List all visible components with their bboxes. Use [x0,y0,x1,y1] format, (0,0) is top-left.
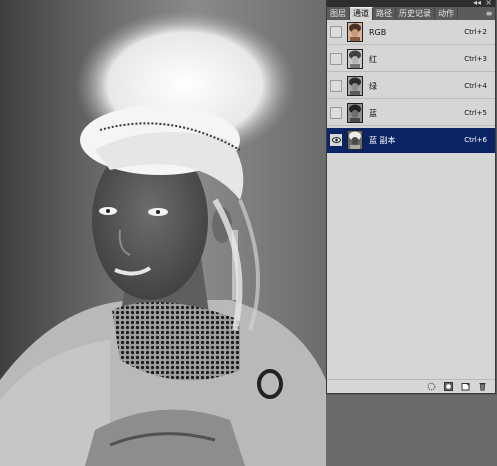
channel-name: RGB [369,27,387,37]
tab-layers[interactable]: 图层 [327,8,350,20]
channel-row-green[interactable]: 绿 Ctrl+4 [327,74,495,99]
panel-toolbar [327,379,495,393]
visibility-toggle[interactable] [330,134,342,146]
panel-tab-bar: 图层 通道 路径 历史记录 动作 ≡ [327,7,495,20]
channel-list: RGB Ctrl+2 红 Ctrl+3 绿 Ctrl+4 蓝 Ctrl+5 蓝 … [327,20,495,155]
visibility-toggle[interactable] [330,26,342,38]
channel-shortcut: Ctrl+2 [464,28,487,36]
channel-thumbnail [347,22,363,42]
visibility-toggle[interactable] [330,80,342,92]
channel-thumbnail [347,130,363,150]
channels-panel: ◂◂ × 图层 通道 路径 历史记录 动作 ≡ RGB Ctrl+2 红 Ctr… [326,0,496,394]
channel-row-red[interactable]: 红 Ctrl+3 [327,47,495,72]
inverted-portrait-image [0,10,326,466]
channel-name: 红 [369,54,377,64]
panel-title-bar[interactable]: ◂◂ × [327,0,495,7]
channel-name: 蓝 副本 [369,135,396,145]
channel-shortcut: Ctrl+3 [464,55,487,63]
tab-paths[interactable]: 路径 [373,8,396,20]
workspace-background [326,395,497,466]
channel-shortcut: Ctrl+5 [464,109,487,117]
channel-row-blue-copy[interactable]: 蓝 副本 Ctrl+6 [327,128,495,153]
channel-thumbnail [347,103,363,123]
channel-shortcut: Ctrl+6 [464,136,487,144]
new-channel-icon[interactable] [461,382,470,391]
visibility-toggle[interactable] [330,53,342,65]
eye-icon [331,137,341,143]
trash-icon[interactable] [478,382,487,391]
channel-thumbnail [347,76,363,96]
load-selection-icon[interactable] [427,382,436,391]
visibility-toggle[interactable] [330,107,342,119]
channel-thumbnail [347,49,363,69]
tab-history[interactable]: 历史记录 [396,8,435,20]
channel-name: 绿 [369,81,377,91]
save-selection-icon[interactable] [444,382,453,391]
tab-channels[interactable]: 通道 [350,7,373,20]
channel-row-blue[interactable]: 蓝 Ctrl+5 [327,101,495,126]
channel-name: 蓝 [369,108,377,118]
tab-actions[interactable]: 动作 [435,8,458,20]
document-canvas[interactable] [0,0,326,466]
channel-row-rgb[interactable]: RGB Ctrl+2 [327,20,495,45]
panel-menu-icon[interactable]: ≡ [483,8,495,20]
channel-shortcut: Ctrl+4 [464,82,487,90]
